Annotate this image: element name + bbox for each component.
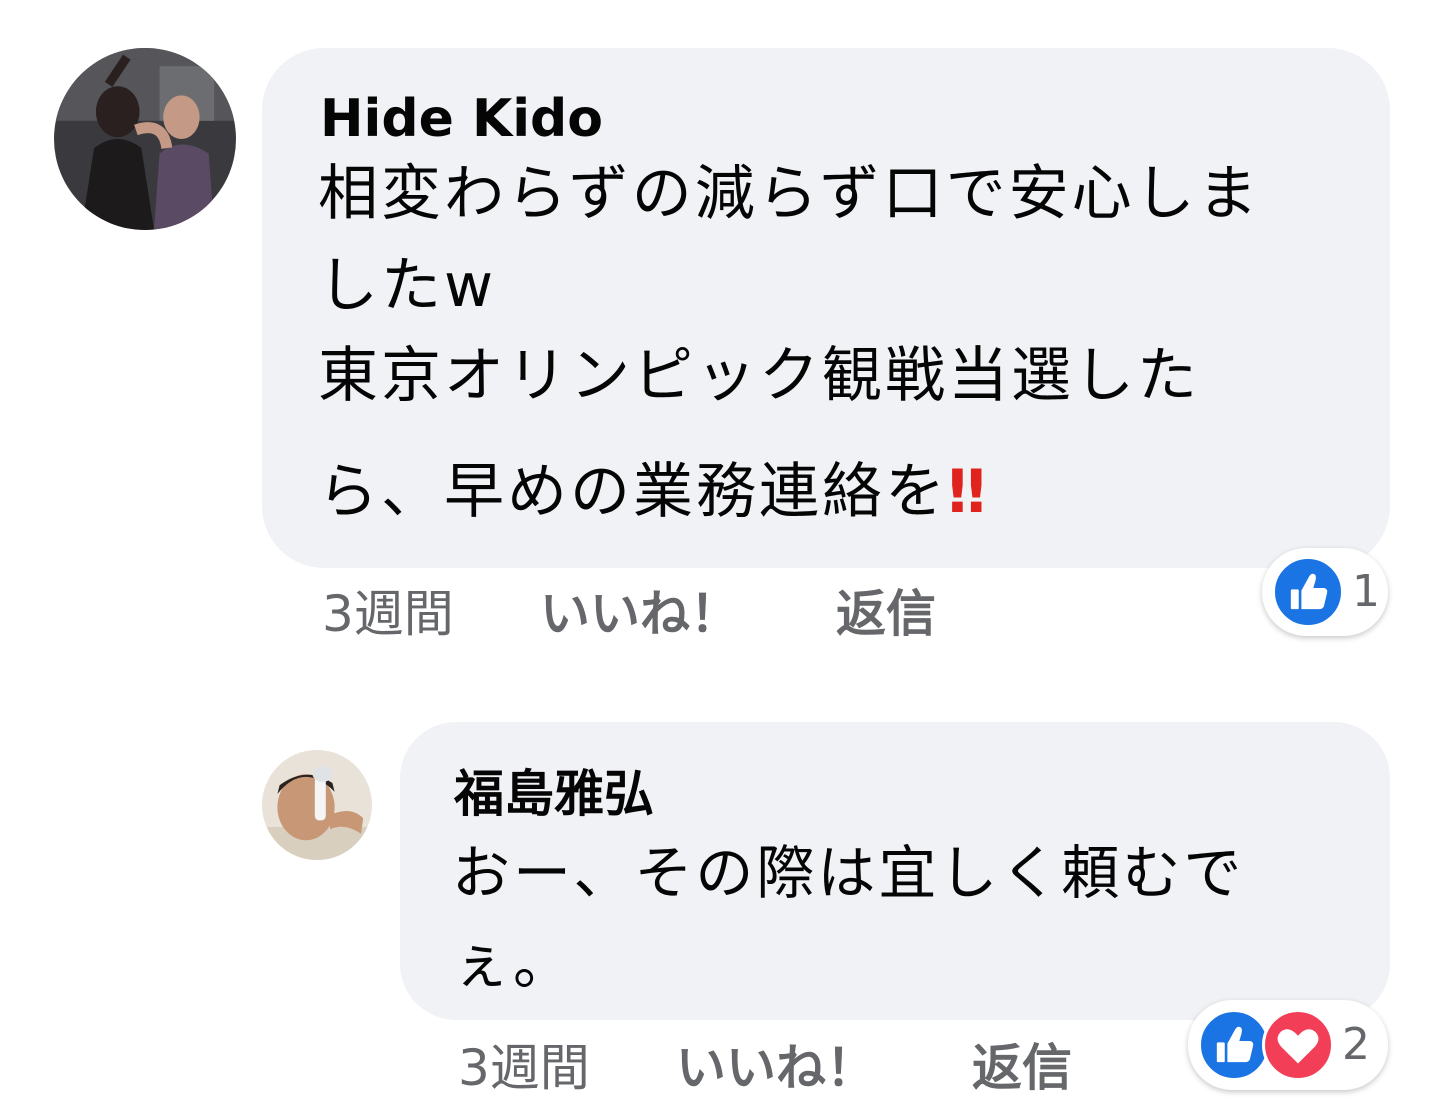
reaction-count: 2	[1342, 1019, 1370, 1070]
avatar-photo	[54, 48, 236, 230]
comment-text-line-last: ら、早めの業務連絡を‼	[318, 456, 986, 528]
comment-author[interactable]: Hide Kido	[320, 88, 603, 150]
like-icon	[1272, 556, 1344, 628]
like-icon	[1198, 1009, 1270, 1081]
comment-text-line: おー、その際は宜しく頼むで	[452, 839, 1245, 907]
reaction-count: 1	[1352, 566, 1380, 617]
reply-button[interactable]: 返信	[836, 584, 936, 644]
reaction-summary[interactable]: 1	[1262, 548, 1388, 636]
avatar[interactable]	[54, 48, 236, 230]
comment-text-line: したw	[318, 251, 497, 321]
comment-text-line: ら、早めの業務連絡を	[318, 457, 948, 527]
comment-text-line: ぇ。	[452, 929, 575, 997]
like-button[interactable]: いいね！	[676, 1038, 876, 1098]
double-exclamation-emoji: ‼	[948, 457, 986, 527]
reaction-summary[interactable]: 2	[1188, 1000, 1388, 1090]
comment-timestamp[interactable]: 3週間	[458, 1038, 590, 1098]
love-icon	[1262, 1009, 1334, 1081]
comment-thread: Hide Kido 相変わらずの減らず口で安心しま したw 東京オリンピック観戦…	[0, 0, 1448, 1116]
reply-button[interactable]: 返信	[972, 1038, 1072, 1098]
comment-text-line: 東京オリンピック観戦当選した	[318, 341, 1200, 411]
avatar[interactable]	[262, 750, 372, 860]
comment-author[interactable]: 福島雅弘	[454, 764, 654, 824]
like-button[interactable]: いいね！	[540, 584, 740, 644]
avatar-photo	[262, 750, 372, 860]
comment-timestamp[interactable]: 3週間	[322, 584, 454, 644]
comment-text-line: 相変わらずの減らず口で安心しま	[318, 159, 1261, 229]
